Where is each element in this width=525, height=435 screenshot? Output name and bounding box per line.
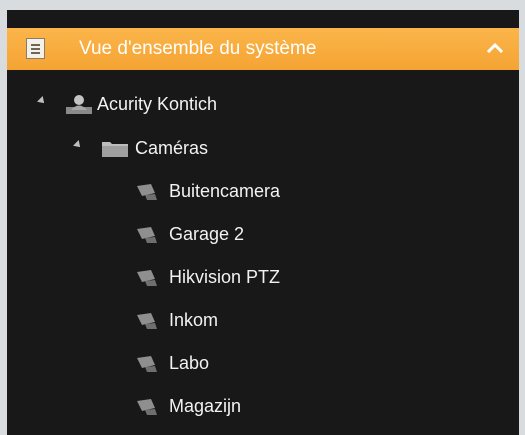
tree-item-site-label: Acurity Kontich bbox=[97, 93, 218, 114]
system-overview-header[interactable]: Vue d'ensemble du système bbox=[7, 28, 519, 70]
tree-item-site[interactable]: Acurity Kontich bbox=[65, 90, 217, 118]
expand-arrow-icon[interactable] bbox=[37, 96, 47, 106]
camera-item-label: Labo bbox=[169, 352, 210, 373]
camera-item-label: Inkom bbox=[169, 309, 219, 330]
camera-icon bbox=[137, 227, 157, 243]
expand-arrow-icon[interactable] bbox=[73, 140, 83, 150]
camera-item-label: Buitencamera bbox=[169, 180, 281, 201]
camera-icon bbox=[137, 356, 157, 372]
site-user-icon bbox=[66, 95, 92, 114]
camera-item-label: Garage 2 bbox=[169, 223, 245, 244]
camera-item-label: Magazijn bbox=[169, 395, 242, 416]
camera-icon bbox=[137, 399, 157, 415]
tree-item-cameras-folder[interactable]: Caméras bbox=[101, 134, 208, 162]
tree-item-cameras-label: Caméras bbox=[135, 137, 209, 158]
camera-item-label: Hikvision PTZ bbox=[169, 266, 281, 287]
camera-icon bbox=[137, 270, 157, 286]
camera-item[interactable]: Buitencamera bbox=[135, 177, 280, 205]
camera-item[interactable]: Garage 2 bbox=[135, 220, 244, 248]
folder-icon bbox=[102, 142, 128, 157]
system-overview-panel: Vue d'ensemble du système Acurity Kontic… bbox=[7, 10, 519, 435]
chevron-up-icon[interactable] bbox=[485, 38, 505, 58]
camera-item[interactable]: Magazijn bbox=[135, 392, 241, 420]
document-icon bbox=[26, 38, 45, 59]
camera-item[interactable]: Labo bbox=[135, 349, 209, 377]
camera-item[interactable]: Inkom bbox=[135, 306, 218, 334]
camera-icon bbox=[137, 313, 157, 329]
camera-item[interactable]: Hikvision PTZ bbox=[135, 263, 280, 291]
system-overview-title: Vue d'ensemble du système bbox=[79, 38, 317, 59]
camera-icon bbox=[137, 184, 157, 200]
